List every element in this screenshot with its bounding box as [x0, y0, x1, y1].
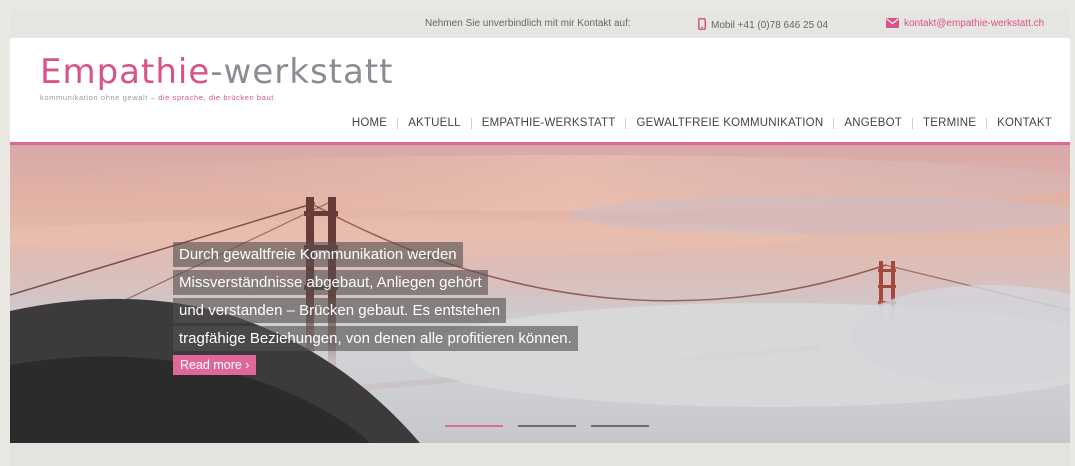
logo-hyphen: - — [210, 52, 224, 92]
slider-pagination — [445, 425, 664, 427]
nav-item-termine[interactable]: TERMINE — [923, 117, 976, 129]
slider-dot-3[interactable] — [591, 425, 649, 427]
phone-number: Mobil +41 (0)78 646 25 04 — [711, 20, 829, 31]
tagline-gray: kommunikation ohne gewalt – — [40, 93, 156, 102]
nav-item-gewaltfreie-kommunikation[interactable]: GEWALTFREIE KOMMUNIKATION — [636, 117, 823, 129]
slider-dot-1[interactable] — [445, 425, 503, 427]
hero-caption-line: Missverständnisse abgebaut, Anliegen geh… — [173, 270, 488, 295]
email-address: kontakt@empathie-werkstatt.ch — [904, 18, 1045, 29]
logo-part-empathie: Empathie — [40, 52, 211, 92]
hero-slider: Durch gewaltfreie Kommunikation werden M… — [10, 145, 1070, 443]
logo-tagline: kommunikation ohne gewalt – die sprache,… — [40, 93, 400, 102]
email-link[interactable]: kontakt@empathie-werkstatt.ch — [886, 18, 1044, 29]
logo-part-werkstatt: werkstatt — [223, 52, 394, 92]
nav-divider — [986, 117, 988, 129]
site-header: Empathie-werkstatt kommunikation ohne ge… — [10, 38, 1070, 143]
nav-item-aktuell[interactable]: AKTUELL — [408, 117, 461, 129]
hero-caption-line: und verstanden – Brücken gebaut. Es ents… — [173, 298, 507, 323]
nav-divider — [911, 117, 913, 129]
hero-caption-line: tragfähige Beziehungen, von denen alle p… — [173, 326, 578, 351]
nav-item-angebot[interactable]: ANGEBOT — [844, 117, 902, 129]
main-navigation: HOME AKTUELL EMPATHIE-WERKSTATT GEWALTFR… — [352, 117, 1052, 129]
nav-item-kontakt[interactable]: KONTAKT — [997, 117, 1052, 129]
nav-divider — [397, 117, 399, 129]
logo-wordmark: Empathie-werkstatt — [40, 52, 400, 92]
mobile-phone-icon — [698, 18, 706, 30]
content-area-top — [10, 443, 1070, 466]
nav-divider — [470, 117, 472, 129]
envelope-icon — [886, 18, 899, 28]
contact-intro: Nehmen Sie unverbindlich mit mir Kontakt… — [425, 18, 631, 29]
nav-divider — [833, 117, 835, 129]
hero-caption-line: Durch gewaltfreie Kommunikation werden — [173, 242, 463, 267]
page: Nehmen Sie unverbindlich mit mir Kontakt… — [0, 0, 1075, 466]
nav-item-home[interactable]: HOME — [352, 117, 387, 129]
phone-link[interactable]: Mobil +41 (0)78 646 25 04 — [698, 18, 828, 31]
site-logo[interactable]: Empathie-werkstatt kommunikation ohne ge… — [40, 52, 400, 112]
read-more-button[interactable]: Read more › — [173, 355, 257, 375]
nav-divider — [625, 117, 627, 129]
nav-item-empathie-werkstatt[interactable]: EMPATHIE-WERKSTATT — [482, 117, 616, 129]
contact-bar: Nehmen Sie unverbindlich mit mir Kontakt… — [10, 10, 1070, 38]
hero-caption: Durch gewaltfreie Kommunikation werden M… — [173, 242, 578, 375]
tagline-pink: die sprache, die brücken baut — [158, 93, 274, 102]
slider-dot-2[interactable] — [518, 425, 576, 427]
